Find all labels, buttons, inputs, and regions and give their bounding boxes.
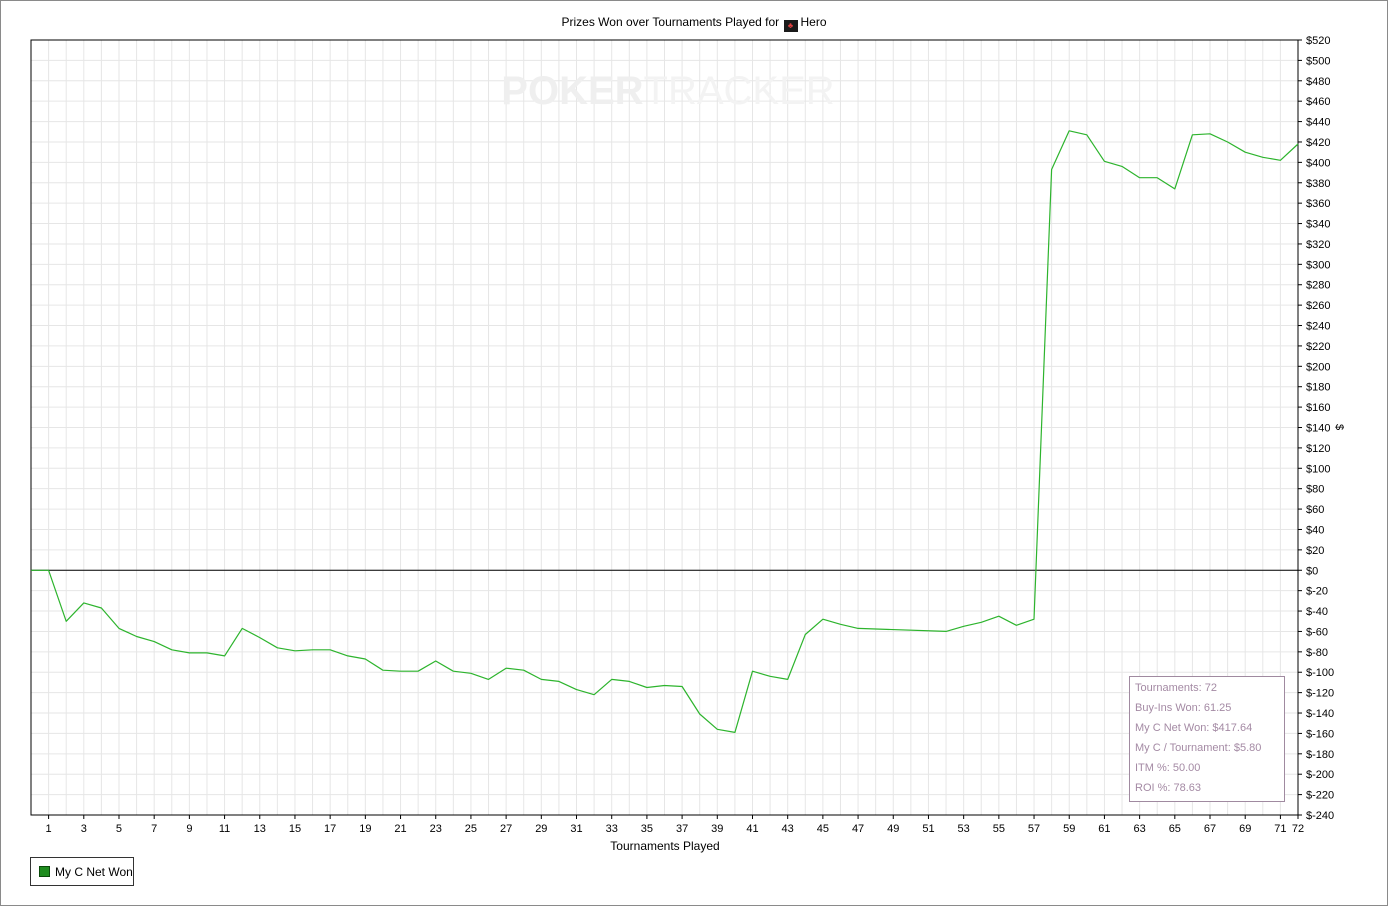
x-tick-label: 37 <box>676 823 688 835</box>
x-tick-label: 53 <box>958 823 970 835</box>
x-tick-label: 55 <box>993 823 1005 835</box>
y-tick-label: $60 <box>1306 504 1324 516</box>
x-tick-label: 23 <box>430 823 442 835</box>
y-tick-label: $0 <box>1306 565 1318 577</box>
y-axis-ticks: $-240 $-220 $-200 $-180 $-160 $-140 $-120 $-100… <box>1298 35 1334 822</box>
x-tick-label: 67 <box>1204 823 1216 835</box>
y-axis-label: $ <box>1333 424 1345 431</box>
x-tick-label: 72 <box>1292 823 1304 835</box>
y-tick-label: $160 <box>1306 402 1330 414</box>
x-tick-label: 1 <box>46 823 52 835</box>
y-tick-label: $400 <box>1306 157 1330 169</box>
x-tick-label: 71 <box>1274 823 1286 835</box>
y-tick-label: $340 <box>1306 219 1330 231</box>
y-tick-label: $320 <box>1306 239 1330 251</box>
y-tick-label: $-40 <box>1306 606 1328 618</box>
x-tick-label: 31 <box>570 823 582 835</box>
watermark-logo: POKERTRACKER <box>501 69 834 113</box>
x-tick-label: 33 <box>606 823 618 835</box>
x-tick-label: 39 <box>711 823 723 835</box>
y-tick-label: $40 <box>1306 524 1324 536</box>
y-tick-label: $120 <box>1306 443 1330 455</box>
x-tick-label: 15 <box>289 823 301 835</box>
y-tick-label: $-20 <box>1306 586 1328 598</box>
stat-net-won: My C Net Won: $417.64 <box>1135 722 1253 734</box>
x-tick-label: 51 <box>922 823 934 835</box>
y-tick-label: $280 <box>1306 280 1330 292</box>
y-tick-label: $200 <box>1306 361 1330 373</box>
y-tick-label: $260 <box>1306 300 1330 312</box>
legend[interactable]: My C Net Won <box>30 857 134 886</box>
x-tick-label: 65 <box>1169 823 1181 835</box>
y-tick-label: $500 <box>1306 55 1330 67</box>
y-tick-label: $380 <box>1306 178 1330 190</box>
x-tick-label: 3 <box>81 823 87 835</box>
y-tick-label: $-240 <box>1306 810 1334 822</box>
legend-swatch <box>39 866 50 877</box>
x-tick-label: 35 <box>641 823 653 835</box>
x-axis-label: Tournaments Played <box>610 839 720 853</box>
x-tick-label: 5 <box>116 823 122 835</box>
y-tick-label: $460 <box>1306 96 1330 108</box>
x-tick-label: 7 <box>151 823 157 835</box>
y-tick-label: $-80 <box>1306 647 1328 659</box>
x-tick-label: 63 <box>1134 823 1146 835</box>
stat-buyins-won: Buy-Ins Won: 61.25 <box>1135 702 1232 714</box>
x-tick-label: 19 <box>359 823 371 835</box>
y-tick-label: $80 <box>1306 484 1324 496</box>
x-tick-label: 59 <box>1063 823 1075 835</box>
x-tick-label: 43 <box>782 823 794 835</box>
y-tick-label: $-220 <box>1306 790 1334 802</box>
x-tick-label: 61 <box>1098 823 1110 835</box>
y-tick-label: $440 <box>1306 117 1330 129</box>
y-tick-label: $240 <box>1306 321 1330 333</box>
y-tick-label: $-100 <box>1306 667 1334 679</box>
x-tick-label: 49 <box>887 823 899 835</box>
x-tick-label: 27 <box>500 823 512 835</box>
y-tick-label: $-140 <box>1306 708 1334 720</box>
y-tick-label: $100 <box>1306 463 1330 475</box>
x-tick-label: 17 <box>324 823 336 835</box>
y-tick-label: $-60 <box>1306 626 1328 638</box>
y-tick-label: $480 <box>1306 76 1330 88</box>
x-axis-ticks: 1 3 5 7 9 11 13 15 17 19 21 23 25 27 29 31 33 35 37 39 41 43 4… <box>46 815 1304 835</box>
x-tick-label: 13 <box>254 823 266 835</box>
x-tick-label: 21 <box>394 823 406 835</box>
grid-lines <box>31 39 1298 816</box>
y-tick-label: $-180 <box>1306 749 1334 761</box>
stats-box: Tournaments: 72 Buy-Ins Won: 61.25 My C … <box>1129 676 1285 802</box>
x-tick-label: 47 <box>852 823 864 835</box>
x-tick-label: 11 <box>219 823 230 835</box>
x-tick-label: 41 <box>746 823 758 835</box>
stat-tournaments: Tournaments: 72 <box>1135 682 1217 694</box>
stat-roi: ROI %: 78.63 <box>1135 782 1202 794</box>
y-tick-label: $-200 <box>1306 769 1334 781</box>
y-tick-label: $-120 <box>1306 688 1334 700</box>
x-tick-label: 57 <box>1028 823 1040 835</box>
y-tick-label: $20 <box>1306 545 1324 557</box>
legend-label: My C Net Won <box>55 864 133 879</box>
y-tick-label: $-160 <box>1306 728 1334 740</box>
x-tick-label: 29 <box>535 823 547 835</box>
stat-itm: ITM %: 50.00 <box>1135 762 1201 774</box>
x-tick-label: 45 <box>817 823 829 835</box>
x-tick-label: 69 <box>1239 823 1251 835</box>
x-tick-label: 9 <box>186 823 192 835</box>
y-tick-label: $520 <box>1306 35 1330 47</box>
stat-per-tournament: My C / Tournament: $5.80 <box>1135 742 1262 754</box>
y-tick-label: $140 <box>1306 423 1330 435</box>
y-tick-label: $300 <box>1306 259 1330 271</box>
y-tick-label: $180 <box>1306 382 1330 394</box>
y-tick-label: $220 <box>1306 341 1330 353</box>
y-tick-label: $360 <box>1306 198 1330 210</box>
x-tick-label: 25 <box>465 823 477 835</box>
y-tick-label: $420 <box>1306 137 1330 149</box>
